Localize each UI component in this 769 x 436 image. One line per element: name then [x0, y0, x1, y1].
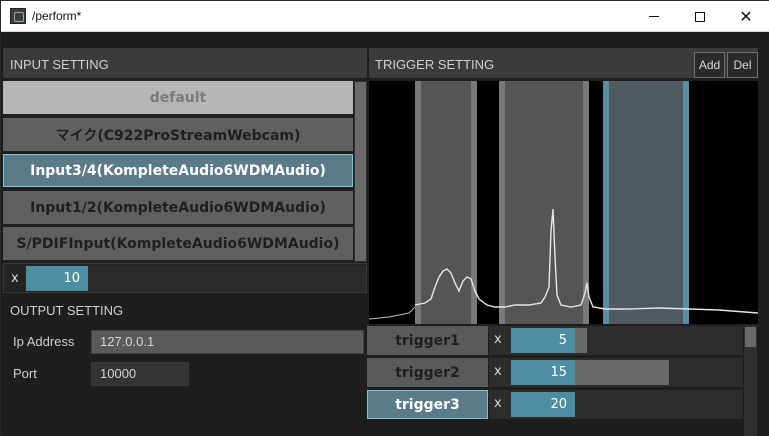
delete-trigger-button[interactable]: Del — [727, 52, 758, 78]
output-setting-title: OUTPUT SETTING — [10, 303, 124, 318]
waveform-display[interactable] — [369, 81, 758, 324]
trigger3-right-handle[interactable] — [683, 81, 689, 324]
input-multiplier-slider[interactable]: x 10 — [3, 263, 367, 293]
trigger-row-2[interactable]: trigger2 x 15 — [367, 357, 757, 388]
ip-address-label: Ip Address — [13, 334, 75, 349]
device-item-webcam[interactable]: マイク(C922ProStreamWebcam) — [3, 118, 353, 151]
trigger3-range[interactable] — [603, 81, 689, 324]
maximize-icon — [695, 11, 705, 22]
input-device-list: default マイク(C922ProStreamWebcam) Input3/… — [3, 81, 353, 262]
device-item-spdif[interactable]: S/PDIFInput(KompleteAudio6WDMAudio) — [3, 227, 353, 260]
trigger-x-label: x — [494, 332, 502, 347]
trigger-name[interactable]: trigger3 — [367, 390, 488, 419]
trigger-x-label: x — [494, 396, 502, 411]
close-button[interactable]: ✕ — [723, 1, 769, 32]
close-icon: ✕ — [739, 6, 753, 26]
trigger-value: 20 — [550, 397, 567, 412]
trigger2-left-handle[interactable] — [499, 81, 505, 324]
trigger3-left-handle[interactable] — [603, 81, 609, 324]
trigger-value: 5 — [558, 333, 567, 348]
trigger-value: 15 — [550, 365, 567, 380]
input-setting-title: INPUT SETTING — [10, 57, 109, 72]
trigger-name[interactable]: trigger2 — [367, 358, 488, 387]
trigger2-range[interactable] — [499, 81, 589, 324]
trigger-row-3[interactable]: trigger3 x 20 — [367, 389, 757, 420]
trigger-list: trigger1 x 5 trigger2 x 15 trigger3 x 20 — [367, 325, 757, 436]
add-trigger-button[interactable]: Add — [694, 52, 725, 78]
port-label: Port — [13, 366, 37, 381]
trigger-x-label: x — [494, 364, 502, 379]
trigger1-range[interactable] — [415, 81, 477, 324]
trigger-list-scrollbar[interactable] — [744, 325, 757, 436]
minimize-button[interactable] — [631, 1, 677, 32]
window-title: /perform* — [32, 9, 82, 23]
trigger-list-scroll-thumb[interactable] — [745, 327, 756, 347]
trigger-name[interactable]: trigger1 — [367, 326, 488, 355]
main-content: INPUT SETTING TRIGGER SETTING Add Del de… — [1, 32, 769, 436]
multiplier-value: 10 — [63, 271, 80, 286]
trigger1-left-handle[interactable] — [415, 81, 421, 324]
trigger-slider-rest — [575, 328, 587, 353]
device-list-scroll-thumb[interactable] — [355, 82, 366, 261]
maximize-button[interactable] — [677, 1, 723, 32]
device-item-input34[interactable]: Input3/4(KompleteAudio6WDMAudio) — [3, 154, 353, 187]
app-window: /perform* ✕ INPUT SETTING TRIGGER SETTIN… — [0, 0, 769, 436]
device-list-scrollbar[interactable] — [354, 81, 367, 262]
trigger-setting-title: TRIGGER SETTING — [375, 57, 495, 72]
port-input[interactable]: 10000 — [91, 362, 189, 386]
device-item-input12[interactable]: Input1/2(KompleteAudio6WDMAudio) — [3, 191, 353, 224]
device-item-default[interactable]: default — [3, 81, 353, 114]
ip-address-input[interactable]: 127.0.0.1 — [91, 330, 364, 354]
title-bar: /perform* ✕ — [1, 1, 769, 32]
trigger-row-1[interactable]: trigger1 x 5 — [367, 325, 757, 356]
app-icon — [10, 8, 26, 24]
multiplier-label: x — [11, 271, 19, 286]
minimize-icon — [649, 16, 659, 17]
trigger-slider-rest — [575, 360, 669, 385]
